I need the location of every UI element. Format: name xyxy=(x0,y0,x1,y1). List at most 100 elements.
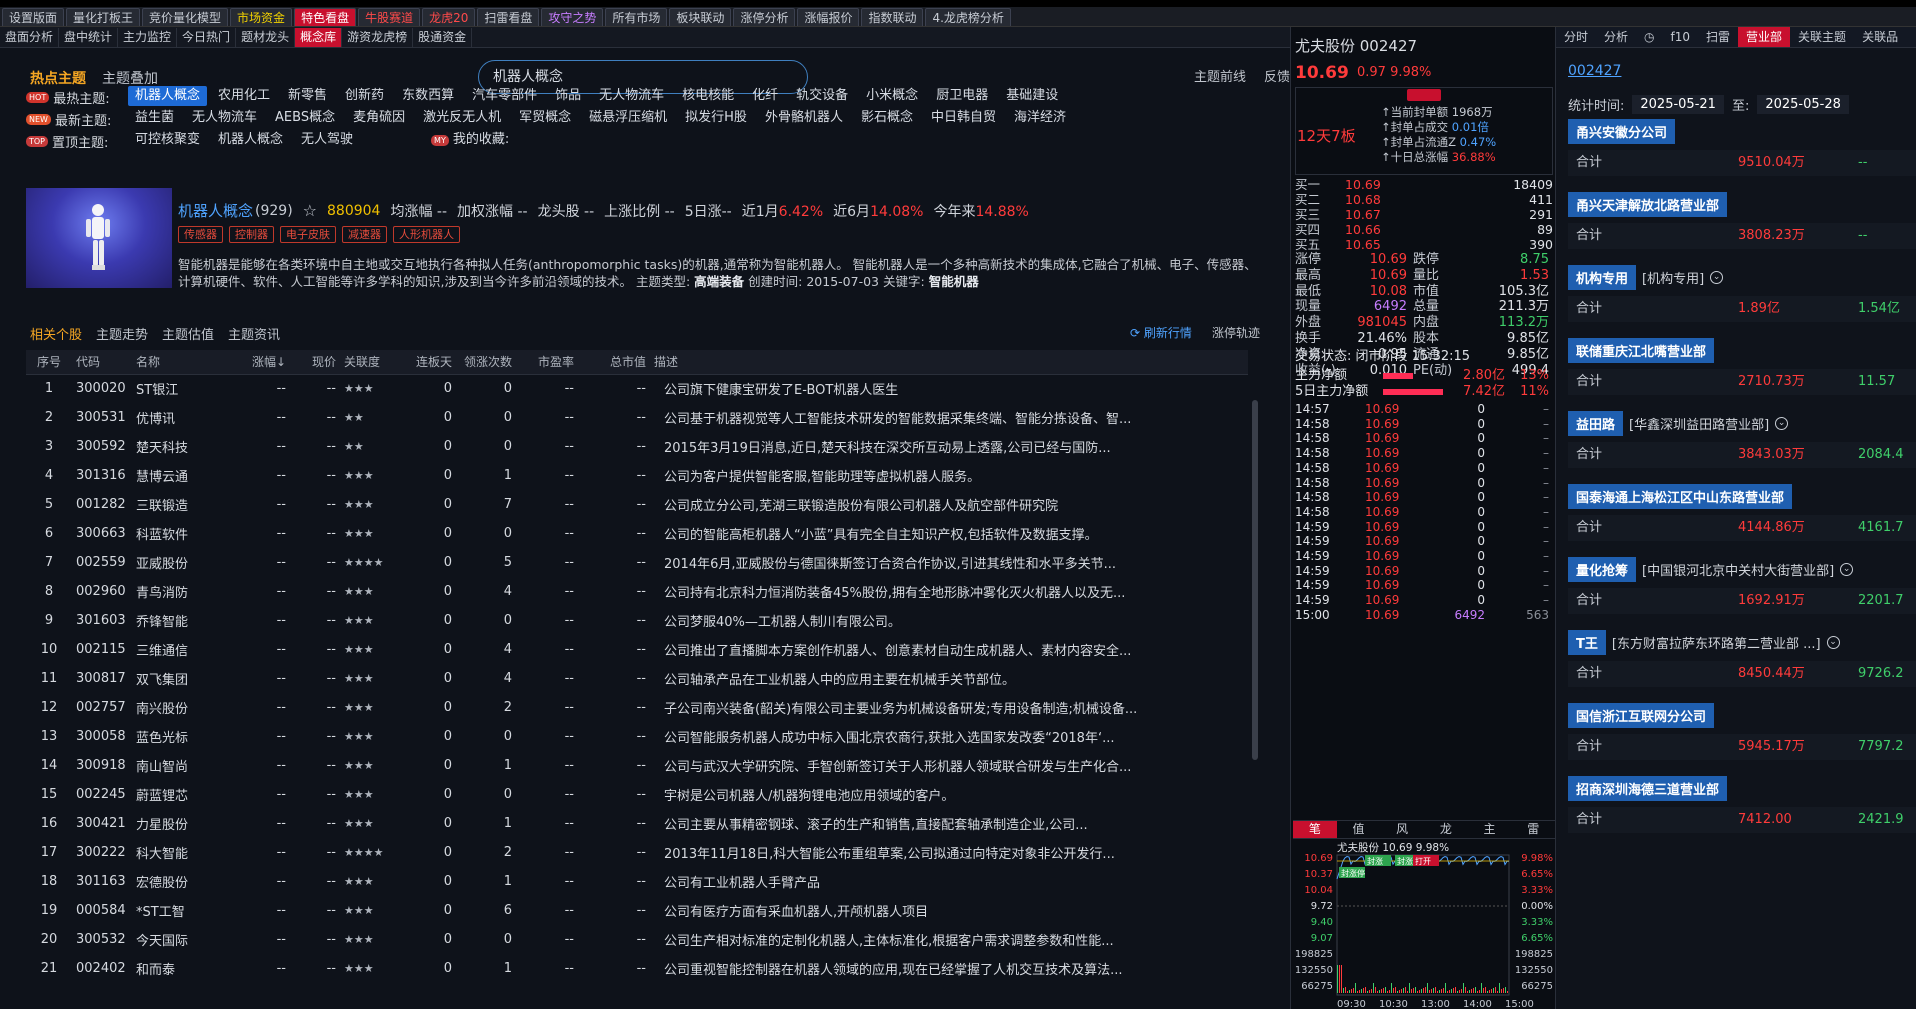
main-tab-6[interactable]: 龙虎20 xyxy=(422,8,476,26)
topic-chip[interactable]: 轨交设备 xyxy=(789,86,855,106)
main-tab-12[interactable]: 涨幅报价 xyxy=(797,8,860,26)
main-tab-11[interactable]: 涨停分析 xyxy=(733,8,796,26)
column-header[interactable]: 描述 xyxy=(650,350,1248,375)
table-row[interactable]: 14 300918 南山智尚 -- -- ★★★ 0 1 -- -- 公司与武汉大学研究院、手智创新… xyxy=(26,751,1248,780)
main-tab-2[interactable]: 竞价量化模型 xyxy=(142,8,229,26)
chevron-down-icon[interactable]: ⌄ xyxy=(1826,636,1840,649)
chevron-down-icon[interactable]: ⌄ xyxy=(1710,271,1724,284)
mini-tab-2[interactable]: 风 xyxy=(1380,821,1424,838)
table-row[interactable]: 16 300421 力星股份 -- -- ★★★ 0 1 -- -- 公司主要从事精密钢球、滚子的生… xyxy=(26,809,1248,838)
table-row[interactable]: 10 002115 三维通信 -- -- ★★★ 0 4 -- -- 公司推出了直播脚本方案创作机器… xyxy=(26,635,1248,664)
topic-chip[interactable]: 无人物流车 xyxy=(592,86,671,106)
expand-arrow-icon[interactable] xyxy=(1407,89,1441,101)
topic-chip[interactable]: 化纤 xyxy=(745,86,785,106)
topic-chip[interactable]: AEBS概念 xyxy=(268,108,342,128)
table-row[interactable]: 6 300663 科蓝软件 -- -- ★★★ 0 0 -- -- 公司的智能高柜机器人“小蓝”具有… xyxy=(26,519,1248,548)
main-tab-4[interactable]: 特色看盘 xyxy=(294,8,357,26)
topic-chip[interactable]: 东数西算 xyxy=(395,86,461,106)
broker-name[interactable]: 甬兴天津解放北路营业部 xyxy=(1568,192,1728,217)
sub-tab-7[interactable]: 股通资金 xyxy=(413,27,473,47)
topic-chip[interactable]: 可控核聚变 xyxy=(128,130,207,150)
topic-chip[interactable]: 麦角硫因 xyxy=(346,108,412,128)
topic-frontline-link[interactable]: 主题前线 xyxy=(1194,66,1246,85)
main-tab-0[interactable]: 设置版面 xyxy=(2,8,65,26)
right-tab-4[interactable]: 扫雷 xyxy=(1698,27,1738,47)
main-tab-8[interactable]: 攻守之势 xyxy=(541,8,604,26)
favorite-star-icon[interactable]: ☆ xyxy=(303,201,317,220)
limit-up-track-button[interactable]: 涨停轨迹 xyxy=(1212,324,1260,341)
table-row[interactable]: 2 300531 优博讯 -- -- ★★ 0 0 -- -- 公司基于机器视觉等人工智能技术研发的… xyxy=(26,403,1248,432)
right-tab-2[interactable]: ◷ xyxy=(1636,27,1662,47)
topic-chip[interactable]: 外骨骼机器人 xyxy=(758,108,850,128)
refresh-quotes-button[interactable]: ⟳ 刷新行情 xyxy=(1130,324,1192,341)
tab-hot-topics[interactable]: 热点主题 xyxy=(30,68,86,88)
table-row[interactable]: 9 301603 乔锋智能 -- -- ★★★ 0 0 -- -- 公司梦服40%—工机器人制川有限… xyxy=(26,606,1248,635)
chevron-down-icon[interactable]: ⌄ xyxy=(1840,563,1854,576)
topic-chip[interactable]: 无人物流车 xyxy=(185,108,264,128)
broker-name[interactable]: 国信浙江互联网分公司 xyxy=(1568,703,1715,728)
topic-chip[interactable]: 益生菌 xyxy=(128,108,181,128)
topic-chip[interactable]: 拟发行H股 xyxy=(678,108,754,128)
topic-chip[interactable]: 影石概念 xyxy=(854,108,920,128)
table-row[interactable]: 19 000584 *ST工智 -- -- ★★★ 0 6 -- -- 公司有医疗方面有采血机器人,… xyxy=(26,896,1248,925)
table-row[interactable]: 18 301163 宏德股份 -- -- ★★★ 0 1 -- -- 公司有工业机器人手臂产品 xyxy=(26,867,1248,896)
topic-chip[interactable]: 中日韩自贸 xyxy=(924,108,1003,128)
table-row[interactable]: 3 300592 楚天科技 -- -- ★★ 0 0 -- -- 2015年3月19日消息,近日,楚… xyxy=(26,432,1248,461)
chevron-down-icon[interactable]: ⌄ xyxy=(1775,417,1789,430)
right-tab-0[interactable]: 分时 xyxy=(1556,27,1596,47)
table-row[interactable]: 5 001282 三联锻造 -- -- ★★★ 0 7 -- -- 公司成立分公司,芜湖三联锻造股份… xyxy=(26,490,1248,519)
mini-tab-5[interactable]: 雷 xyxy=(1511,821,1555,838)
topic-chip[interactable]: 海洋经济 xyxy=(1007,108,1073,128)
topic-chip[interactable]: 激光反无人机 xyxy=(416,108,508,128)
sub-tab-5[interactable]: 概念库 xyxy=(295,27,343,47)
table-row[interactable]: 20 300532 今天国际 -- -- ★★★ 0 0 -- -- 公司生产相对标准的定制化机器人… xyxy=(26,925,1248,954)
topic-chip[interactable]: 小米概念 xyxy=(859,86,925,106)
table-row[interactable]: 8 002960 青鸟消防 -- -- ★★★ 0 4 -- -- 公司持有北京科力恒消防装备45%… xyxy=(26,577,1248,606)
table-row[interactable]: 15 002245 蔚蓝锂芯 -- -- ★★★ 0 0 -- -- 宇树是公司机器人/机器狗锂电池… xyxy=(26,780,1248,809)
column-header[interactable]: 市盈率 xyxy=(516,350,578,375)
topic-chip[interactable]: 创新药 xyxy=(338,86,391,106)
mini-tab-0[interactable]: 笔 xyxy=(1293,821,1337,838)
topic-chip[interactable]: 厨卫电器 xyxy=(929,86,995,106)
subtab-3[interactable]: 主题资讯 xyxy=(228,324,280,343)
right-tab-1[interactable]: 分析 xyxy=(1596,27,1636,47)
broker-name[interactable]: 机构专用 [机构专用] ⌄ xyxy=(1568,265,1724,290)
concept-tag[interactable]: 电子皮肤 xyxy=(280,226,336,243)
table-row[interactable]: 7 002559 亚威股份 -- -- ★★★★ 0 5 -- -- 2014年6月,亚威股份与德国… xyxy=(26,548,1248,577)
concept-tag[interactable]: 传感器 xyxy=(178,226,223,243)
broker-name[interactable]: T王 [东方财富拉萨东环路第二营业部 ...] ⌄ xyxy=(1568,630,1840,655)
table-row[interactable]: 12 002757 南兴股份 -- -- ★★★ 0 2 -- -- 子公司南兴装备(韶关)有限公司… xyxy=(26,693,1248,722)
main-tab-10[interactable]: 板块联动 xyxy=(669,8,732,26)
sub-tab-0[interactable]: 盘面分析 xyxy=(0,27,60,47)
concept-name[interactable]: 机器人概念 xyxy=(178,200,253,221)
table-row[interactable]: 4 301316 慧博云通 -- -- ★★★ 0 1 -- -- 公司为客户提供智能客服,智能助理… xyxy=(26,461,1248,490)
subtab-2[interactable]: 主题估值 xyxy=(162,324,214,343)
table-row[interactable]: 1 300020 ST银江 -- -- ★★★ 0 0 -- -- 公司旗下健康宝研发了E-BOT机… xyxy=(26,374,1248,403)
mini-tab-4[interactable]: 主 xyxy=(1468,821,1512,838)
column-header[interactable]: 涨幅↓ xyxy=(232,350,290,375)
broker-name[interactable]: 甬兴安徽分公司 xyxy=(1568,119,1676,144)
subtab-1[interactable]: 主题走势 xyxy=(96,324,148,343)
sub-tab-2[interactable]: 主力监控 xyxy=(118,27,178,47)
sub-tab-4[interactable]: 题材龙头 xyxy=(236,27,296,47)
main-tab-1[interactable]: 量化打板王 xyxy=(66,8,141,26)
mini-tab-3[interactable]: 龙 xyxy=(1424,821,1468,838)
my-favorites[interactable]: MY 我的收藏: xyxy=(424,130,516,150)
column-header[interactable]: 现价 xyxy=(290,350,340,375)
right-tab-7[interactable]: 关联品 xyxy=(1854,27,1906,47)
topic-chip[interactable]: 磁悬浮压缩机 xyxy=(582,108,674,128)
table-row[interactable]: 17 300222 科大智能 -- -- ★★★★ 0 2 -- -- 2013年11月18日,科大… xyxy=(26,838,1248,867)
concept-tag[interactable]: 控制器 xyxy=(229,226,274,243)
right-tab-5[interactable]: 营业部 xyxy=(1738,27,1791,47)
column-header[interactable]: 代码 xyxy=(72,350,132,375)
table-row[interactable]: 21 002402 和而泰 -- -- ★★★ 0 1 -- -- 公司重视智能控制器在机器人领域的… xyxy=(26,954,1248,983)
column-header[interactable]: 序号 xyxy=(26,350,72,375)
sub-tab-6[interactable]: 游资龙虎榜 xyxy=(342,27,414,47)
broker-name[interactable]: 联储重庆江北嘴营业部 xyxy=(1568,338,1715,363)
topic-chip[interactable]: 农用化工 xyxy=(211,86,277,106)
topic-chip[interactable]: 军贸概念 xyxy=(512,108,578,128)
concept-tag[interactable]: 人形机器人 xyxy=(393,226,460,243)
sub-tab-3[interactable]: 今日热门 xyxy=(177,27,237,47)
stock-code-link[interactable]: 002427 xyxy=(1568,63,1621,79)
topic-chip[interactable]: 无人驾驶 xyxy=(294,130,360,150)
